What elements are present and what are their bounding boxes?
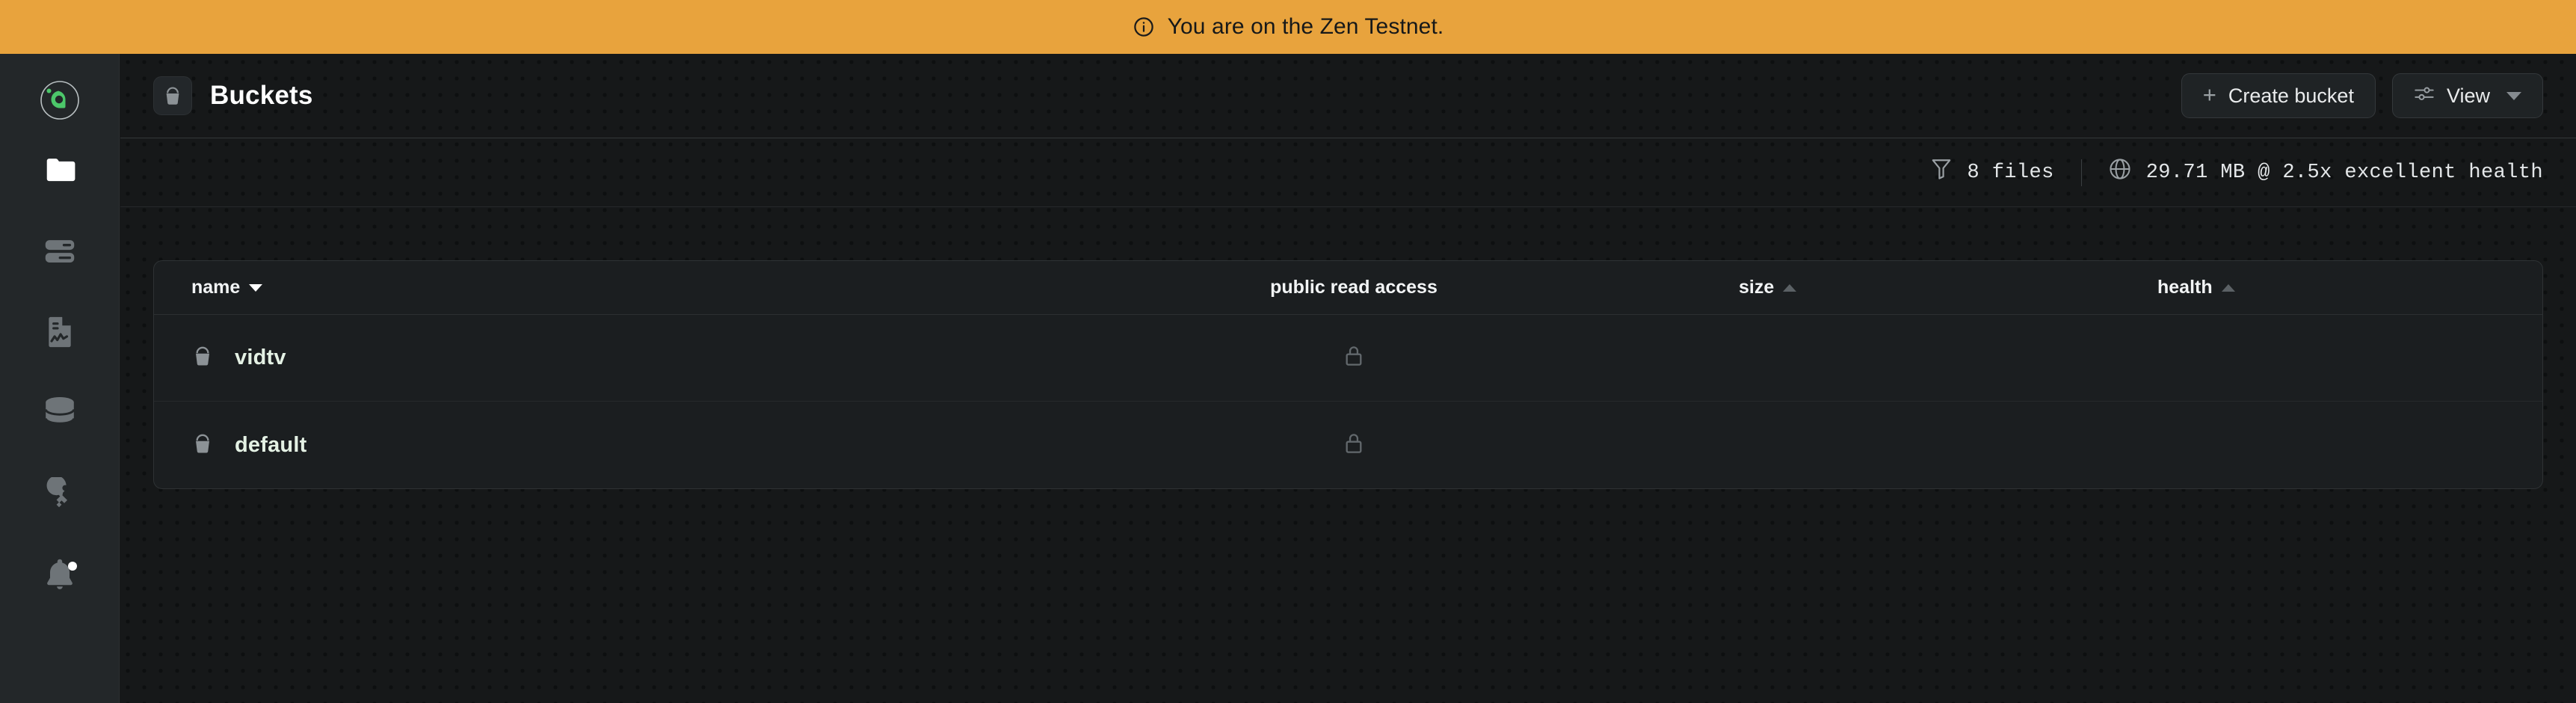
banner-text: You are on the Zen Testnet. xyxy=(1167,14,1444,39)
main-content: Buckets + Create bucket View 8 files 29.… xyxy=(120,54,2576,703)
folder-icon xyxy=(44,156,76,188)
column-header-public-read-access[interactable]: public read access xyxy=(969,277,1739,298)
file-count-text: 8 files xyxy=(1967,161,2054,184)
sidebar-nav xyxy=(32,150,87,598)
notification-badge-dot xyxy=(67,562,77,571)
bucket-icon xyxy=(191,432,214,458)
bucket-icon xyxy=(153,76,192,115)
sort-asc-icon xyxy=(1783,283,1797,292)
server-icon xyxy=(44,238,76,268)
usage-text: 29.71 MB @ 2.5x excellent health xyxy=(2145,161,2543,184)
table-header-row: name public read access size health xyxy=(154,261,2542,315)
file-count-stat: 8 files xyxy=(1931,158,2053,187)
app-logo[interactable] xyxy=(32,73,87,128)
key-icon xyxy=(43,475,76,514)
plus-icon: + xyxy=(2202,81,2216,108)
sidebar-item-storage[interactable] xyxy=(32,393,87,436)
sort-asc-icon xyxy=(2221,283,2235,292)
table-row[interactable]: default xyxy=(154,402,2542,488)
usage-stat: 29.71 MB @ 2.5x excellent health xyxy=(2109,158,2543,187)
header-actions: + Create bucket View xyxy=(2181,73,2543,118)
column-label-size: size xyxy=(1739,277,1775,298)
column-header-size[interactable]: size xyxy=(1739,277,2157,298)
sidebar xyxy=(0,54,120,703)
testnet-banner: You are on the Zen Testnet. xyxy=(0,0,2576,54)
bucket-name: default xyxy=(235,432,307,457)
filter-icon xyxy=(1931,158,1952,187)
view-label: View xyxy=(2446,84,2490,107)
lock-closed-icon xyxy=(1343,432,1364,459)
info-circle-icon xyxy=(1133,16,1155,38)
sliders-icon xyxy=(2414,85,2435,108)
column-label-health: health xyxy=(2157,277,2213,298)
sidebar-item-servers[interactable] xyxy=(32,231,87,274)
page-title: Buckets xyxy=(210,81,313,110)
bucket-name: vidtv xyxy=(235,346,286,369)
globe-icon xyxy=(2109,158,2131,187)
buckets-table: name public read access size health vidt… xyxy=(153,260,2543,489)
sort-desc-icon xyxy=(249,283,263,292)
create-bucket-label: Create bucket xyxy=(2228,84,2354,107)
page-title-group: Buckets xyxy=(153,76,313,115)
create-bucket-button[interactable]: + Create bucket xyxy=(2181,73,2376,118)
lock-closed-icon xyxy=(1343,344,1364,372)
column-header-health[interactable]: health xyxy=(2157,277,2531,298)
row-name-cell: default xyxy=(154,432,969,458)
chevron-down-icon xyxy=(2506,91,2521,100)
database-icon xyxy=(43,396,76,434)
row-access-cell xyxy=(969,344,1739,372)
table-row[interactable]: vidtv xyxy=(154,315,2542,402)
view-button[interactable]: View xyxy=(2391,73,2543,118)
column-label-access: public read access xyxy=(1270,277,1438,298)
app-root: You are on the Zen Testnet. Buckets + Cr… xyxy=(0,0,2576,703)
page-header: Buckets + Create bucket View xyxy=(120,54,2576,138)
row-name-cell: vidtv xyxy=(154,345,969,371)
column-header-name[interactable]: name xyxy=(154,277,969,298)
row-access-cell xyxy=(969,432,1739,459)
stats-bar: 8 files 29.71 MB @ 2.5x excellent health xyxy=(120,138,2576,207)
sidebar-item-reports[interactable] xyxy=(32,312,87,355)
sidebar-item-notifications[interactable] xyxy=(32,554,87,598)
report-icon xyxy=(46,316,74,352)
sidebar-item-buckets[interactable] xyxy=(32,150,87,194)
stats-divider xyxy=(2080,159,2082,186)
sidebar-item-keys[interactable] xyxy=(32,473,87,517)
column-label-name: name xyxy=(191,277,241,298)
bucket-icon xyxy=(191,345,214,371)
